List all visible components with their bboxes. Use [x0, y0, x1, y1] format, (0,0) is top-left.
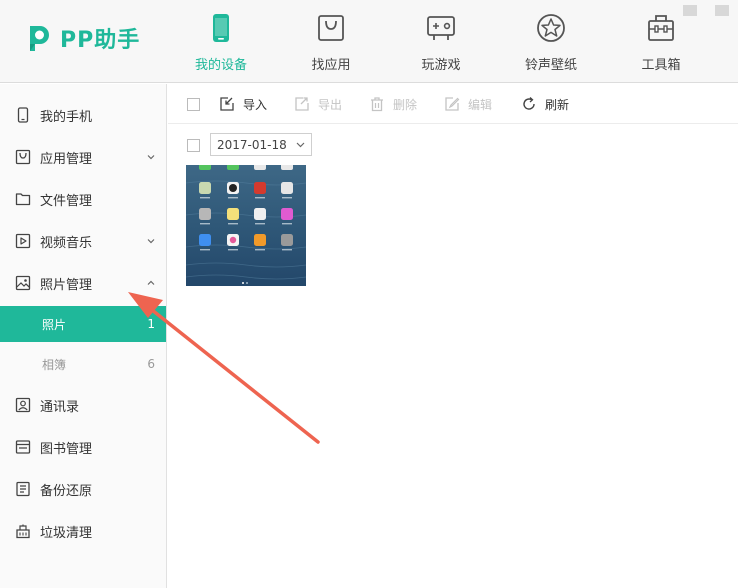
- sidebar-item-app-management[interactable]: 应用管理: [0, 136, 166, 178]
- nav-label: 我的设备: [194, 58, 247, 73]
- phone-icon: [213, 14, 229, 42]
- nav-ringtone-wallpaper[interactable]: 铃声壁纸: [506, 12, 596, 74]
- nav-my-device[interactable]: 我的设备: [176, 12, 266, 74]
- edit-button[interactable]: 编辑: [444, 96, 492, 112]
- gamepad-icon: [427, 16, 455, 40]
- export-icon: [295, 97, 309, 111]
- sidebar-subitem-count: 1: [147, 317, 155, 331]
- sidebar-item-label: 图书管理: [40, 441, 93, 457]
- contacts-icon: [15, 397, 31, 413]
- sidebar-item-backup-restore[interactable]: 备份还原: [0, 468, 166, 510]
- sidebar-item-label: 文件管理: [40, 193, 93, 209]
- sidebar-subitem-count: 6: [147, 357, 155, 371]
- chevron-down-icon[interactable]: [146, 152, 156, 162]
- sidebar-item-junk-cleanup[interactable]: 垃圾清理: [0, 510, 166, 552]
- refresh-label: 刷新: [545, 97, 570, 112]
- import-icon: [220, 97, 234, 111]
- nav-label: 找应用: [311, 58, 351, 73]
- date-group-value: 2017-01-18: [217, 137, 287, 152]
- toolbox-icon: [648, 15, 674, 41]
- app-logo-text: PP助手: [60, 28, 141, 53]
- photo-thumbnail[interactable]: [186, 165, 306, 286]
- sidebar-subitem-photos[interactable]: 照片 1: [0, 306, 166, 342]
- sidebar-item-file-management[interactable]: 文件管理: [0, 178, 166, 220]
- date-group-select[interactable]: 2017-01-18: [210, 133, 312, 156]
- nav-label: 铃声壁纸: [524, 58, 577, 73]
- backup-icon: [16, 481, 30, 497]
- photo-toolbar: 导入 导出 删除 编辑 刷新: [168, 84, 738, 124]
- nav-play-games[interactable]: 玩游戏: [396, 12, 486, 74]
- sidebar-item-label: 垃圾清理: [40, 525, 93, 541]
- app-logo: PP助手: [22, 22, 140, 54]
- sidebar-item-label: 通讯录: [40, 399, 80, 415]
- folder-icon: [15, 193, 31, 206]
- delete-button[interactable]: 删除: [369, 96, 417, 112]
- nav-label: 玩游戏: [421, 58, 461, 73]
- import-label: 导入: [243, 97, 268, 112]
- sidebar-item-book-management[interactable]: 图书管理: [0, 426, 166, 468]
- export-button[interactable]: 导出: [294, 96, 342, 112]
- star-icon: [537, 14, 565, 42]
- delete-icon: [371, 97, 383, 112]
- sidebar-item-label: 视频音乐: [40, 235, 93, 251]
- sidebar-item-label: 备份还原: [40, 483, 93, 499]
- nav-find-apps[interactable]: 找应用: [286, 12, 376, 74]
- sidebar-subitem-label: 相簿: [42, 357, 67, 372]
- export-label: 导出: [318, 97, 343, 112]
- app-bag-icon: [15, 149, 31, 165]
- sidebar-item-photo-management[interactable]: 照片管理: [0, 262, 166, 304]
- sidebar-item-my-phone[interactable]: 我的手机: [0, 94, 166, 136]
- ipad-homescreen-image: [186, 165, 306, 286]
- chevron-down-icon: [296, 142, 305, 148]
- sidebar-item-label: 应用管理: [40, 151, 93, 167]
- app-bag-icon: [318, 15, 344, 41]
- book-icon: [15, 440, 31, 454]
- sidebar-subitem-albums[interactable]: 相簿 6: [0, 346, 166, 382]
- import-button[interactable]: 导入: [219, 96, 267, 112]
- sidebar: 我的手机 应用管理 文件管理 视频音乐 照片管理 照片 1 相簿 6 通讯录 图…: [0, 84, 167, 588]
- top-header: PP助手 我的设备 找应用 玩游戏 铃声壁纸 工具箱: [0, 0, 738, 83]
- edit-icon: [445, 97, 460, 111]
- minimize-icon[interactable]: [710, 0, 734, 22]
- sidebar-item-contacts[interactable]: 通讯录: [0, 384, 166, 426]
- chevron-up-icon[interactable]: [146, 278, 156, 288]
- select-all-checkbox[interactable]: [187, 98, 200, 111]
- sidebar-item-video-music[interactable]: 视频音乐: [0, 220, 166, 262]
- sidebar-item-label: 我的手机: [40, 109, 93, 125]
- nav-label: 工具箱: [641, 58, 681, 73]
- edit-label: 编辑: [468, 97, 493, 112]
- phone-icon: [17, 107, 29, 123]
- pp-logo-icon: [30, 26, 49, 51]
- refresh-button[interactable]: 刷新: [521, 96, 569, 112]
- chevron-down-icon[interactable]: [146, 236, 156, 246]
- refresh-icon: [523, 97, 535, 110]
- date-group-checkbox[interactable]: [187, 139, 200, 152]
- sidebar-item-label: 照片管理: [40, 277, 93, 293]
- trash-clean-icon: [16, 524, 30, 539]
- sidebar-subitem-label: 照片: [42, 317, 67, 332]
- skin-icon[interactable]: [678, 0, 702, 22]
- play-icon: [15, 233, 31, 249]
- delete-label: 删除: [393, 97, 418, 112]
- image-icon: [15, 275, 31, 291]
